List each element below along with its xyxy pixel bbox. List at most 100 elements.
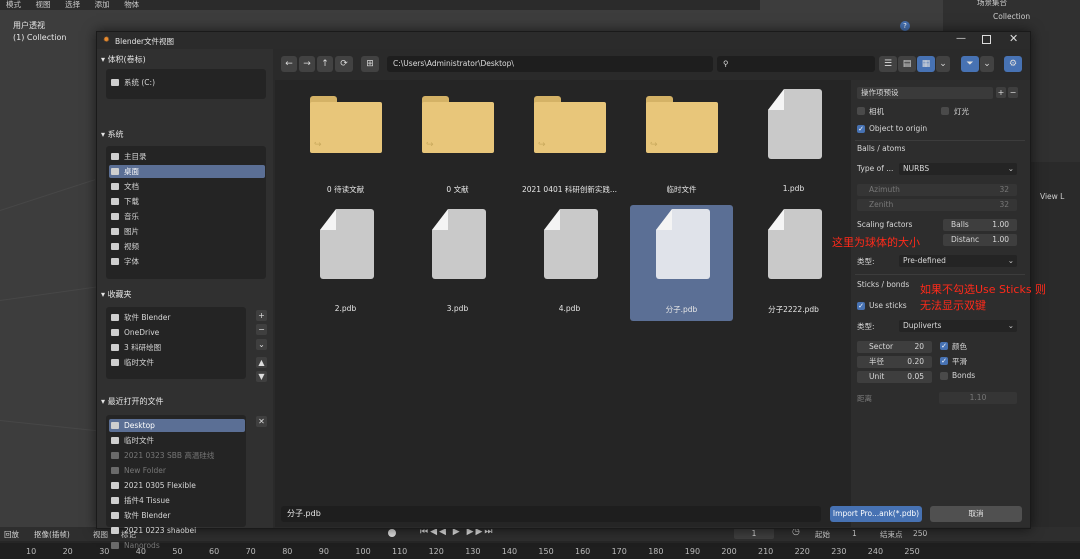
cancel-button[interactable]: 取消 (930, 506, 1022, 522)
search-input[interactable]: ⚲ (717, 56, 875, 72)
new-folder-button[interactable]: ⊞ (361, 56, 379, 72)
outliner-scene-collection[interactable]: 场景集合 (943, 0, 1080, 9)
recent-item-label: New Folder (124, 466, 166, 475)
system-item[interactable]: 视频 (109, 240, 265, 253)
recent-item[interactable]: New Folder (109, 464, 245, 477)
radius-field[interactable]: 半径 0.20 (857, 356, 932, 368)
system-item[interactable]: 下载 (109, 195, 265, 208)
path-field[interactable]: C:\Users\Administrator\Desktop\ (387, 56, 713, 72)
bookmark-item[interactable]: 3 科研绘图 (109, 341, 245, 354)
scaling-type-dropdown[interactable]: Pre-defined ⌄ (899, 255, 1017, 267)
volumes-title: 体积(卷标) (107, 55, 146, 64)
file-tile[interactable]: 分子.pdb (630, 205, 733, 321)
system-item[interactable]: 主目录 (109, 150, 265, 163)
menu-add[interactable]: 添加 (95, 1, 110, 9)
object-to-origin-checkbox[interactable]: ✓ (857, 125, 865, 133)
operator-preset-dropdown[interactable]: 操作项预设 (857, 87, 993, 99)
import-button[interactable]: Import Pro...ank(*.pdb) (830, 506, 922, 522)
recent-item[interactable]: 临时文件 (109, 434, 245, 447)
minimize-icon[interactable]: — (956, 33, 966, 44)
camera-checkbox[interactable] (857, 107, 865, 115)
file-tile[interactable]: 2.pdb (294, 205, 397, 321)
bonds-checkbox[interactable] (940, 372, 948, 380)
recent-item[interactable]: Nanorods (109, 539, 245, 552)
file-tile[interactable]: 1.pdb (742, 85, 845, 201)
use-sticks-checkbox[interactable]: ✓ (857, 302, 865, 310)
menu-select[interactable]: 选择 (65, 1, 80, 9)
system-section-header[interactable]: ▾ 系统 (101, 129, 269, 141)
parent-directory-button[interactable]: ↑ (317, 56, 333, 72)
back-button[interactable]: ← (281, 56, 297, 72)
file-name-label: 0 待读文献 (326, 185, 365, 194)
color-checkbox[interactable]: ✓ (940, 342, 948, 350)
volumes-section-header[interactable]: ▾ 体积(卷标) (101, 54, 269, 66)
add-bookmark-button[interactable]: + (256, 310, 267, 321)
system-item[interactable]: 字体 (109, 255, 265, 268)
end-frame-value[interactable]: 250 (913, 529, 927, 538)
move-up-button[interactable]: ▲ (256, 357, 267, 368)
folder-tile[interactable]: ↪ 2021 0401 科研创新实践... (518, 85, 621, 201)
filter-dropdown-icon[interactable]: ⌄ (980, 56, 994, 72)
start-frame-value[interactable]: 1 (852, 529, 857, 538)
folder-tile[interactable]: ↪ 0 待读文献 (294, 85, 397, 201)
recent-item[interactable]: 插件4 Tissue (109, 494, 245, 507)
current-frame-field[interactable]: 1 (734, 528, 774, 539)
light-checkbox[interactable] (941, 107, 949, 115)
unit-field[interactable]: Unit 0.05 (857, 371, 932, 383)
timeline-playback-menu[interactable]: 回放 (4, 529, 19, 540)
dialog-titlebar[interactable]: ✹ Blender文件视图 — ✕ (97, 32, 1030, 49)
recent-item[interactable]: 2021 0305 Flexible (109, 479, 245, 492)
display-dropdown-icon[interactable]: ⌄ (936, 56, 950, 72)
volume-item-c[interactable]: 系统 (C:) (109, 76, 265, 89)
folder-tile[interactable]: ↪ 临时文件 (630, 85, 733, 201)
sector-field[interactable]: Sector 20 (857, 341, 932, 353)
system-item[interactable]: 音乐 (109, 210, 265, 223)
recent-item[interactable]: 2021 0323 SBB 高温硅线 (109, 449, 245, 462)
file-tile[interactable]: 3.pdb (406, 205, 509, 321)
system-item[interactable]: 桌面 (109, 165, 265, 178)
sticks-type-dropdown[interactable]: Dupliverts ⌄ (899, 320, 1017, 332)
forward-button[interactable]: → (299, 56, 315, 72)
settings-gear-icon[interactable]: ⚙ (1004, 56, 1022, 72)
menu-object[interactable]: 物体 (124, 1, 139, 9)
system-item[interactable]: 文档 (109, 180, 265, 193)
distance-scale-field[interactable]: Distanc 1.00 (943, 234, 1017, 246)
balls-scale-field[interactable]: Balls 1.00 (943, 219, 1017, 231)
refresh-button[interactable]: ⟳ (335, 56, 353, 72)
recent-item[interactable]: 软件 Blender (109, 509, 245, 522)
file-grid[interactable]: ↪ 0 待读文献 ↪ 0 文献 ↪ 2021 0401 科研创新实践... ↪ 临时文件 1.p… (275, 80, 851, 527)
remove-bookmark-button[interactable]: − (256, 324, 267, 335)
add-preset-button[interactable]: + (996, 87, 1006, 98)
bookmark-item[interactable]: OneDrive (109, 326, 245, 339)
bookmarks-section-header[interactable]: ▾ 收藏夹 (101, 289, 269, 301)
outliner-collection[interactable]: Collection (943, 12, 1080, 24)
file-tile[interactable]: 分子2222.pdb (742, 205, 845, 321)
recent-section-header[interactable]: ▾ 最近打开的文件 (101, 396, 269, 408)
filter-icon[interactable]: ⏷ (961, 56, 979, 72)
bookmark-menu-button[interactable]: ⌄ (256, 339, 267, 350)
record-icon[interactable] (388, 529, 396, 537)
bookmark-item[interactable]: 软件 Blender (109, 311, 245, 324)
thumbnail-view-icon[interactable]: ▦ (917, 56, 935, 72)
menu-mode[interactable]: 模式 (6, 1, 21, 9)
system-item[interactable]: 图片 (109, 225, 265, 238)
clear-recent-button[interactable]: ✕ (256, 416, 267, 427)
remove-preset-button[interactable]: − (1008, 87, 1018, 98)
detail-view-icon[interactable]: ▤ (898, 56, 916, 72)
help-icon[interactable]: ? (900, 21, 910, 31)
recent-item[interactable]: 2021 0223 shaobei (109, 524, 245, 537)
bookmark-item[interactable]: 临时文件 (109, 356, 245, 369)
filename-field[interactable]: 分子.pdb (281, 506, 821, 522)
timeline-keying-menu[interactable]: 抠像(插帧) (34, 529, 70, 540)
balls-type-dropdown[interactable]: NURBS ⌄ (899, 163, 1017, 175)
maximize-icon[interactable] (982, 35, 991, 44)
folder-tile[interactable]: ↪ 0 文献 (406, 85, 509, 201)
close-icon[interactable]: ✕ (1009, 32, 1018, 45)
list-view-icon[interactable]: ☰ (879, 56, 897, 72)
recent-item[interactable]: Desktop (109, 419, 245, 432)
timeline-view-menu[interactable]: 视图 (93, 529, 108, 540)
move-down-button[interactable]: ▼ (256, 371, 267, 382)
file-tile[interactable]: 4.pdb (518, 205, 621, 321)
smooth-checkbox[interactable]: ✓ (940, 357, 948, 365)
menu-view[interactable]: 视图 (36, 1, 51, 9)
